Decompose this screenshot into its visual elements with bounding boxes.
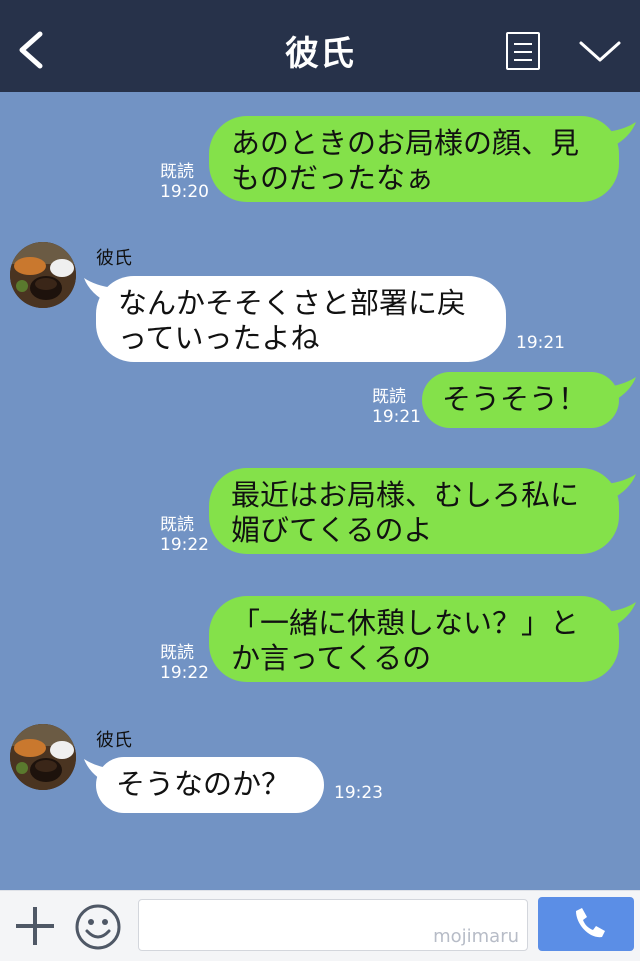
read-receipt: 既読	[372, 387, 406, 407]
read-receipt: 既読	[160, 515, 194, 535]
chat-header: 彼氏	[0, 0, 640, 92]
received-message-bubble[interactable]: なんかそそくさと部署に戻 っていったよね	[96, 276, 506, 362]
message-time: 19:22	[160, 663, 209, 683]
message-line: 「一緒に休憩しない？」と	[231, 606, 580, 640]
phone-icon	[576, 908, 605, 938]
message-meta: 既読 19:20	[160, 162, 209, 202]
message-line: なんかそそくさと部署に戻	[118, 286, 467, 320]
message-meta: 既読 19:22	[160, 515, 209, 555]
received-message-bubble[interactable]: そうなのか？	[96, 757, 324, 813]
message-time: 19:22	[160, 535, 209, 555]
message-line: そうそう！	[442, 382, 588, 416]
plus-icon[interactable]	[14, 905, 56, 947]
bubble-tail	[606, 474, 636, 500]
message-input[interactable]: mojimaru	[138, 899, 528, 951]
sent-message-bubble[interactable]: 最近はお局様、むしろ私に 媚びてくるのよ	[209, 468, 619, 554]
message-line: か言ってくるの	[231, 641, 432, 675]
call-button[interactable]	[538, 897, 634, 951]
message-line: そうなのか？	[116, 767, 291, 801]
message-meta: 既読 19:21	[372, 387, 421, 427]
message-line: 最近はお局様、むしろ私に	[231, 478, 580, 512]
sender-name: 彼氏	[96, 730, 132, 751]
message-meta: 19:23	[334, 783, 383, 803]
message-line: あのときのお局様の顔、見	[231, 126, 580, 160]
bubble-tail	[606, 377, 636, 403]
watermark: mojimaru	[433, 926, 519, 947]
bubble-tail	[606, 602, 636, 628]
avatar-image	[10, 242, 76, 308]
chat-title: 彼氏	[285, 34, 355, 74]
message-meta: 既読 19:22	[160, 643, 209, 683]
avatar[interactable]	[10, 724, 76, 790]
message-meta: 19:21	[516, 333, 565, 353]
sender-name: 彼氏	[96, 248, 132, 269]
message-line: ものだったなぁ	[231, 161, 435, 195]
sent-message-bubble[interactable]: あのときのお局様の顔、見 ものだったなぁ	[209, 116, 619, 202]
sent-message-bubble[interactable]: そうそう！	[422, 372, 619, 428]
chevron-down-icon[interactable]	[578, 38, 622, 66]
message-time: 19:21	[516, 333, 565, 353]
input-bar: mojimaru	[0, 890, 640, 961]
read-receipt: 既読	[160, 643, 194, 663]
message-time: 19:23	[334, 783, 383, 803]
avatar[interactable]	[10, 242, 76, 308]
avatar-image	[10, 724, 76, 790]
message-line: 媚びてくるのよ	[231, 513, 433, 547]
smiley-icon[interactable]	[74, 903, 122, 951]
sent-message-bubble[interactable]: 「一緒に休憩しない？」と か言ってくるの	[209, 596, 619, 682]
menu-list-icon[interactable]	[506, 32, 540, 70]
read-receipt: 既読	[160, 162, 194, 182]
message-line: っていったよね	[118, 321, 320, 355]
message-time: 19:21	[372, 407, 421, 427]
bubble-tail	[606, 122, 636, 148]
chat-area[interactable]: 既読 19:20 あのときのお局様の顔、見 ものだったなぁ 彼氏 なんかそそくさ…	[0, 92, 640, 890]
message-time: 19:20	[160, 182, 209, 202]
